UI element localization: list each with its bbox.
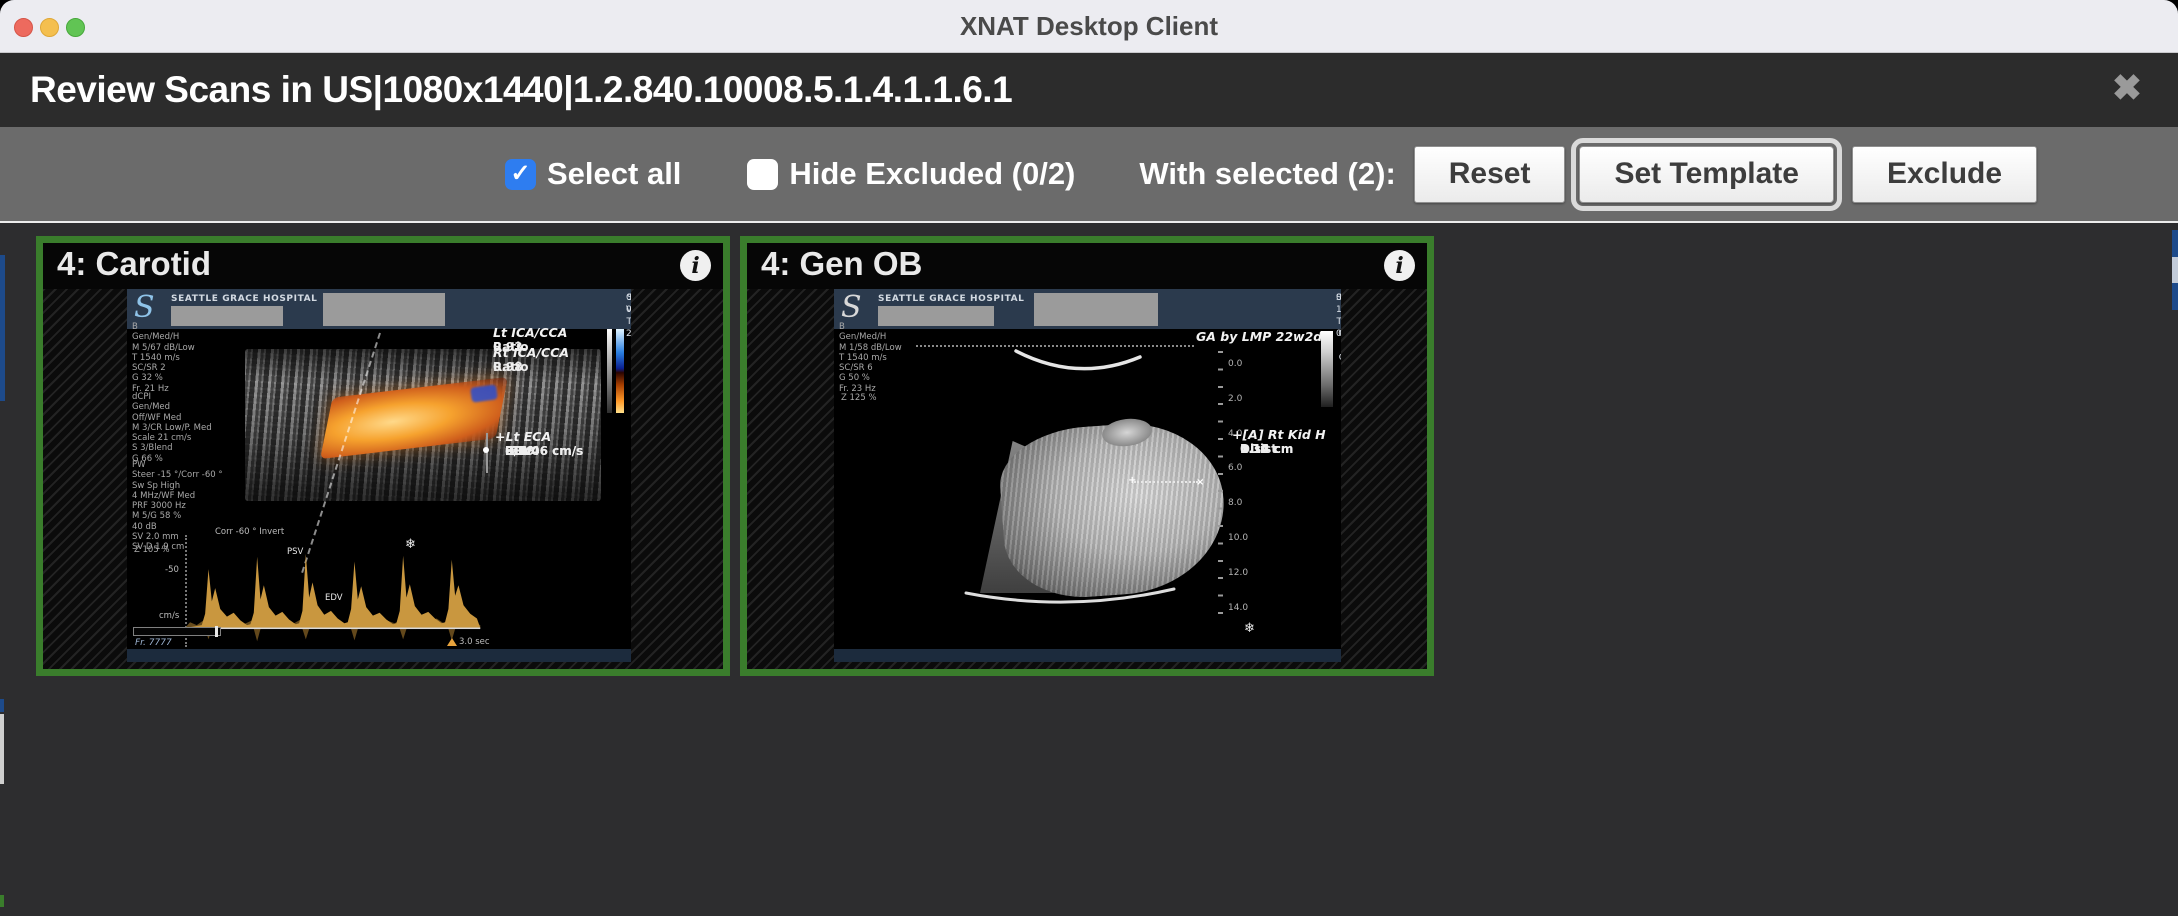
caliper-plus-marker: + [1128, 475, 1136, 486]
background-window-edge [0, 895, 4, 907]
modal-header: Review Scans in US|1080x1440|1.2.840.100… [0, 53, 2178, 127]
axis-tick: -50 [165, 565, 179, 575]
depth-ruler-ticks [1218, 351, 1223, 617]
info-icon[interactable]: i [680, 250, 711, 281]
us-header-bar: S SEATTLE GRACE HOSPITAL 09/04/2016 14:1… [127, 289, 631, 329]
us-footer-bar [127, 649, 631, 662]
select-all-checkbox[interactable]: ✓ [505, 159, 536, 190]
doppler-measurements: +Lt ECA PSV-67.46 cm/s EDV-21.06 cm/s RI… [495, 429, 627, 444]
zoom-level: Z 125 % [841, 393, 877, 403]
with-selected-label: With selected (2): [1139, 156, 1395, 192]
time-scale-label: 3.0 sec [459, 637, 490, 647]
background-window-edge [0, 699, 4, 712]
edv-label: EDV [325, 593, 343, 603]
hospital-name: SEATTLE GRACE HOSPITAL [878, 294, 1025, 304]
scan-thumbnail: S SEATTLE GRACE HOSPITAL 09/04/2016 15:4… [747, 289, 1427, 669]
toolbar: ✓ Select all ✓ Hide Excluded (0/2) With … [0, 127, 2178, 223]
doppler-color-bar [616, 329, 624, 413]
hospital-name: SEATTLE GRACE HOSPITAL [171, 294, 318, 304]
hide-excluded-label[interactable]: Hide Excluded (0/2) [789, 156, 1075, 192]
us-footer-bar [834, 649, 1341, 662]
scan-title: 4: Carotid [57, 245, 211, 283]
reset-button[interactable]: Reset [1414, 146, 1566, 203]
window-title: XNAT Desktop Client [0, 0, 2178, 53]
ultrasound-image-gen-ob: S SEATTLE GRACE HOSPITAL 09/04/2016 15:4… [834, 289, 1341, 662]
close-icon[interactable]: ✖ [2112, 67, 2142, 109]
check-icon: ✓ [510, 162, 530, 186]
ratio-measurements: Lt ICA/CCA Ratio0.93 Rt ICA/CCA Ratio0.9… [493, 325, 611, 360]
background-window-edge [0, 714, 4, 784]
background-window-edge [0, 255, 5, 401]
zoom-level: Z 105 % [134, 545, 170, 555]
b-mode-params: B Gen/Med/H M 1/58 dB/Low T 1540 m/s SC/… [839, 322, 902, 394]
set-template-button[interactable]: Set Template [1579, 146, 1834, 203]
scrollbar-thumb[interactable] [2172, 257, 2178, 283]
ga-label: GA by LMP 22w2d [1196, 329, 1322, 344]
b-mode-params: B Gen/Med/H M 5/67 dB/Low T 1540 m/s SC/… [132, 322, 195, 394]
axis-unit: cm/s [159, 611, 179, 621]
scan-card-gen-ob[interactable]: 4: Gen OB i S SEATTLE GRACE HOSPITAL 09/… [740, 236, 1434, 676]
xnat-desktop-window: XNAT Desktop Client Review Scans in US|1… [0, 0, 2178, 916]
info-icon[interactable]: i [1384, 250, 1415, 281]
frame-counter: Fr. 7777 [135, 638, 172, 648]
depth-ruler-labels: 0.0 2.0 4.0 6.0 8.0 10.0 12.0 14.0 [1228, 347, 1248, 625]
freeze-icon: ❄ [405, 537, 416, 552]
time-marker [447, 638, 457, 646]
scan-thumbnail: S SEATTLE GRACE HOSPITAL 09/04/2016 14:1… [43, 289, 723, 669]
exclude-button[interactable]: Exclude [1852, 146, 2037, 203]
sample-gate [486, 433, 488, 473]
scan-card-carotid[interactable]: 4: Carotid i S SEATTLE GRACE HOSPITAL 09… [36, 236, 730, 676]
select-all-label[interactable]: Select all [547, 156, 681, 192]
scan-title: 4: Gen OB [761, 245, 922, 283]
mi-ti-values: MI 1.0 TIb 0.1 [1336, 292, 1341, 340]
psv-label: PSV [287, 547, 303, 557]
anatomy-arc [1012, 343, 1144, 379]
scan-review-area: 4: Carotid i S SEATTLE GRACE HOSPITAL 09… [0, 223, 2178, 914]
distance-measurements: +[A] Rt Kid H Dist1.12 cm ×Dist0.14 cm [1232, 427, 1332, 442]
scan-card-header: 4: Carotid i [43, 243, 723, 289]
doppler-waveform [185, 533, 487, 647]
hospital-logo: S [134, 290, 155, 326]
scan-card-header: 4: Gen OB i [747, 243, 1427, 289]
redacted-patient-info [1034, 293, 1158, 326]
hospital-logo: S [841, 290, 862, 326]
sample-gate-marker [483, 447, 489, 453]
titlebar: XNAT Desktop Client [0, 0, 2178, 53]
cine-progress-bar [133, 627, 221, 636]
grayscale-bar [1321, 331, 1333, 407]
modal-title: Review Scans in US|1080x1440|1.2.840.100… [30, 53, 1012, 127]
caliper-x-marker: × [1196, 477, 1204, 488]
mi-ti-values: MI 0.9 TIb 2.3 [626, 292, 631, 340]
hide-excluded-checkbox[interactable]: ✓ [747, 159, 778, 190]
dcpi-params: dCPI Gen/Med Off/WF Med M 3/CR Low/P. Me… [132, 392, 212, 464]
grayscale-bar [607, 329, 612, 413]
ultrasound-image-carotid: S SEATTLE GRACE HOSPITAL 09/04/2016 14:1… [127, 289, 631, 662]
anatomy-bottom-arc [962, 585, 1178, 613]
caliper-line [1134, 481, 1198, 483]
us-header-bar: S SEATTLE GRACE HOSPITAL 09/04/2016 15:4… [834, 289, 1341, 329]
freeze-icon: ❄ [1244, 621, 1255, 636]
redacted-patient-info [323, 293, 445, 326]
